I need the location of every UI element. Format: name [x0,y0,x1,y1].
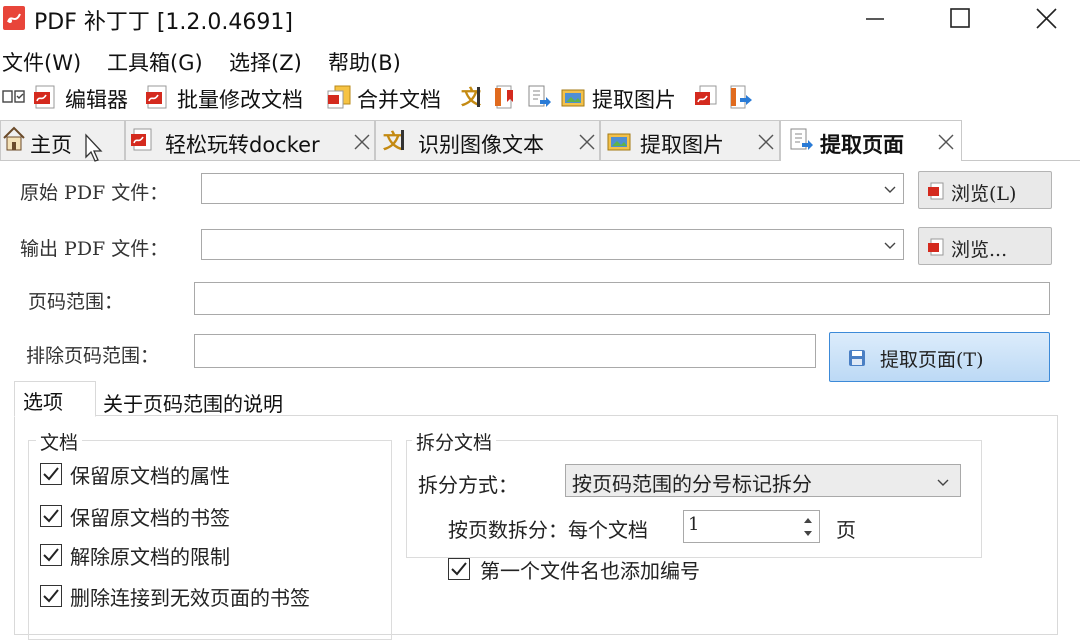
spin-up-icon[interactable] [801,514,815,526]
pdf-editor-icon[interactable] [33,84,59,110]
export-pdf-icon[interactable] [728,84,754,110]
toolbar-merge-button[interactable]: 合并文档 [357,84,441,114]
bookmark-tool-icon[interactable] [492,84,518,110]
tab-options-label: 选项 [23,390,63,414]
tab-about-range[interactable]: 关于页码范围的说明 [103,388,283,417]
merge-docs-icon[interactable] [326,84,352,110]
ocr-tab-icon: 文 [382,127,408,153]
browse-source-button[interactable]: 浏览(L) [918,171,1052,209]
tab-extract-images-label: 提取图片 [640,133,724,157]
menu-file[interactable]: 文件(W) [2,47,81,77]
close-tab-ocr-icon[interactable] [577,132,597,152]
extract-pages-tool-icon[interactable] [526,84,552,110]
chevron-down-icon[interactable] [936,475,950,489]
toolbar-editor-button[interactable]: 编辑器 [65,84,128,114]
window-title: PDF 补丁丁 [1.2.0.4691] [34,10,293,35]
keep-bookmarks-label: 保留原文档的书签 [70,506,230,530]
output-pdf-combo[interactable] [201,229,904,260]
delete-invalid-bookmarks-label: 删除连接到无效页面的书签 [70,586,310,610]
keep-properties-checkbox[interactable] [40,463,62,485]
browse-source-label: 浏览(L) [951,183,1017,205]
svg-text:文: 文 [383,129,404,153]
document-group-title: 文档 [36,428,83,455]
home-icon [2,124,26,154]
extract-pages-button[interactable]: 提取页面(T) [829,332,1050,382]
remove-restrictions-label: 解除原文档的限制 [70,545,230,569]
exclude-range-label: 排除页码范围： [26,345,160,367]
save-icon [848,349,866,367]
split-method-label: 拆分方式： [418,473,518,497]
pdf-small-icon [927,182,945,200]
keep-bookmarks-checkbox[interactable] [40,505,62,527]
close-window-button[interactable] [1032,4,1062,34]
app-logo-icon [2,5,26,31]
menu-toolbox[interactable]: 工具箱(G) [107,47,203,77]
maximize-button[interactable] [945,4,975,34]
keep-properties-label: 保留原文档的属性 [70,464,230,488]
extract-pages-button-label: 提取页面(T) [880,349,984,371]
close-tab-extract-images-icon[interactable] [756,132,776,152]
tab-docker-label: 轻松玩转docker [165,133,320,157]
pdf-small-icon [927,238,945,256]
exclude-range-input[interactable] [194,334,816,368]
delete-invalid-bookmarks-checkbox[interactable] [40,585,62,607]
toolbar-extract-images-button[interactable]: 提取图片 [592,84,676,114]
remove-restrictions-checkbox[interactable] [40,544,62,566]
menu-select[interactable]: 选择(Z) [229,47,302,77]
source-pdf-combo[interactable] [201,173,904,204]
pages-per-doc-stepper[interactable]: 1 [683,510,820,543]
browse-output-label: 浏览... [951,239,1008,261]
ocr-text-icon[interactable]: 文 [459,84,485,110]
browse-output-button[interactable]: 浏览... [918,227,1052,265]
spin-down-icon[interactable] [801,528,815,540]
split-by-pages-label: 按页数拆分：每个文档 [448,518,648,542]
page-range-input[interactable] [194,282,1050,315]
pdf-file-icon [129,127,155,153]
convert-pdf-icon[interactable] [693,84,719,110]
tab-options[interactable]: 选项 [14,381,96,417]
mouse-cursor-icon [84,133,106,165]
overflow-icon[interactable] [2,88,26,106]
close-tab-docker-icon[interactable] [352,132,372,152]
page-range-label: 页码范围： [28,291,124,313]
output-pdf-label: 输出 PDF 文件： [20,238,169,260]
minimize-button[interactable] [860,4,890,34]
chevron-down-icon[interactable] [883,238,897,252]
pages-per-doc-value: 1 [688,514,700,535]
split-group-title: 拆分文档 [412,428,497,455]
close-tab-extract-pages-icon[interactable] [936,132,956,152]
tab-extract-pages-label: 提取页面 [820,133,904,157]
pages-unit-label: 页 [836,518,856,542]
image-tab-icon [606,128,632,154]
number-first-file-label: 第一个文件名也添加编号 [480,559,700,583]
split-method-value: 按页码范围的分号标记拆分 [572,472,812,496]
tab-ocr-label: 识别图像文本 [418,133,544,157]
extract-pages-tab-icon [788,127,814,153]
extract-images-icon[interactable] [560,84,586,110]
number-first-file-checkbox[interactable] [448,558,470,580]
source-pdf-label: 原始 PDF 文件： [20,182,169,204]
tab-home-label: 主页 [30,133,72,157]
toolbar-batch-modify-button[interactable]: 批量修改文档 [177,84,303,114]
menu-help[interactable]: 帮助(B) [328,47,401,77]
batch-modify-icon[interactable] [145,84,171,110]
split-method-select[interactable]: 按页码范围的分号标记拆分 [565,464,961,497]
chevron-down-icon[interactable] [883,182,897,196]
